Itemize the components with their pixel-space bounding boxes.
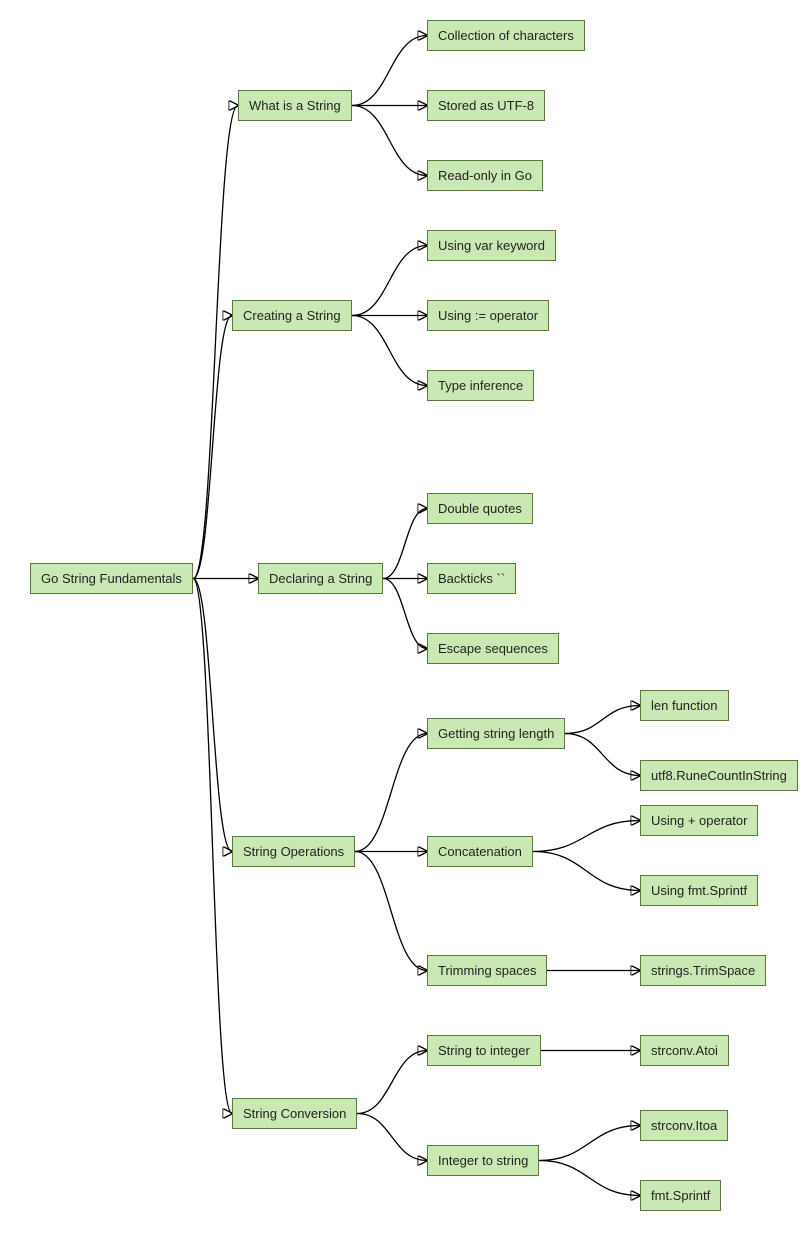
- node-what: What is a String: [238, 90, 352, 121]
- edge-ops-ops_trim: [355, 852, 427, 971]
- node-label: fmt.Sprintf: [651, 1188, 710, 1203]
- edge-root-conv: [193, 579, 232, 1114]
- node-what_1: Collection of characters: [427, 20, 585, 51]
- node-label: Declaring a String: [269, 571, 372, 586]
- edge-create-create_1: [352, 246, 427, 316]
- node-label: Integer to string: [438, 1153, 528, 1168]
- node-label: String Operations: [243, 844, 344, 859]
- edge-ops_len-len_2: [565, 734, 640, 776]
- node-what_3: Read-only in Go: [427, 160, 543, 191]
- node-label: Using := operator: [438, 308, 538, 323]
- node-label: strconv.Itoa: [651, 1118, 717, 1133]
- node-label: Getting string length: [438, 726, 554, 741]
- node-create_2: Using := operator: [427, 300, 549, 331]
- node-label: strconv.Atoi: [651, 1043, 718, 1058]
- node-label: String to integer: [438, 1043, 530, 1058]
- node-declare_1: Double quotes: [427, 493, 533, 524]
- node-label: Using var keyword: [438, 238, 545, 253]
- edge-ops_concat-concat_1: [533, 821, 640, 852]
- node-label: Using + operator: [651, 813, 747, 828]
- node-label: Creating a String: [243, 308, 341, 323]
- node-label: Concatenation: [438, 844, 522, 859]
- node-conv_i2s: Integer to string: [427, 1145, 539, 1176]
- node-conv_s2i: String to integer: [427, 1035, 541, 1066]
- node-ops_trim: Trimming spaces: [427, 955, 547, 986]
- node-label: len function: [651, 698, 718, 713]
- node-label: Stored as UTF-8: [438, 98, 534, 113]
- node-conv: String Conversion: [232, 1098, 357, 1129]
- node-ops_len: Getting string length: [427, 718, 565, 749]
- edge-conv_i2s-i2s_1: [539, 1126, 640, 1161]
- node-create_1: Using var keyword: [427, 230, 556, 261]
- node-declare_2: Backticks ``: [427, 563, 516, 594]
- edge-declare-declare_1: [383, 509, 427, 579]
- edge-root-ops: [193, 579, 232, 852]
- node-trim_1: strings.TrimSpace: [640, 955, 766, 986]
- node-concat_2: Using fmt.Sprintf: [640, 875, 758, 906]
- node-ops: String Operations: [232, 836, 355, 867]
- edge-root-what: [193, 106, 238, 579]
- node-len_1: len function: [640, 690, 729, 721]
- node-create: Creating a String: [232, 300, 352, 331]
- edge-what-what_1: [352, 36, 427, 106]
- node-label: Read-only in Go: [438, 168, 532, 183]
- node-label: Backticks ``: [438, 571, 505, 586]
- node-label: strings.TrimSpace: [651, 963, 755, 978]
- node-label: Using fmt.Sprintf: [651, 883, 747, 898]
- node-label: Double quotes: [438, 501, 522, 516]
- node-label: Collection of characters: [438, 28, 574, 43]
- node-root: Go String Fundamentals: [30, 563, 193, 594]
- node-ops_concat: Concatenation: [427, 836, 533, 867]
- node-label: Go String Fundamentals: [41, 571, 182, 586]
- node-create_3: Type inference: [427, 370, 534, 401]
- node-concat_1: Using + operator: [640, 805, 758, 836]
- node-label: Type inference: [438, 378, 523, 393]
- edge-conv-conv_s2i: [357, 1051, 427, 1114]
- edge-ops_len-len_1: [565, 706, 640, 734]
- node-label: What is a String: [249, 98, 341, 113]
- node-i2s_2: fmt.Sprintf: [640, 1180, 721, 1211]
- node-len_2: utf8.RuneCountInString: [640, 760, 798, 791]
- node-label: utf8.RuneCountInString: [651, 768, 787, 783]
- edge-create-create_3: [352, 316, 427, 386]
- edge-conv-conv_i2s: [357, 1114, 427, 1161]
- node-declare: Declaring a String: [258, 563, 383, 594]
- node-label: String Conversion: [243, 1106, 346, 1121]
- edge-declare-declare_3: [383, 579, 427, 649]
- node-declare_3: Escape sequences: [427, 633, 559, 664]
- edge-ops_concat-concat_2: [533, 852, 640, 891]
- node-s2i_1: strconv.Atoi: [640, 1035, 729, 1066]
- edge-root-create: [193, 316, 232, 579]
- edge-what-what_3: [352, 106, 427, 176]
- node-what_2: Stored as UTF-8: [427, 90, 545, 121]
- edge-conv_i2s-i2s_2: [539, 1161, 640, 1196]
- node-label: Trimming spaces: [438, 963, 536, 978]
- node-i2s_1: strconv.Itoa: [640, 1110, 728, 1141]
- node-label: Escape sequences: [438, 641, 548, 656]
- edge-ops-ops_len: [355, 734, 427, 852]
